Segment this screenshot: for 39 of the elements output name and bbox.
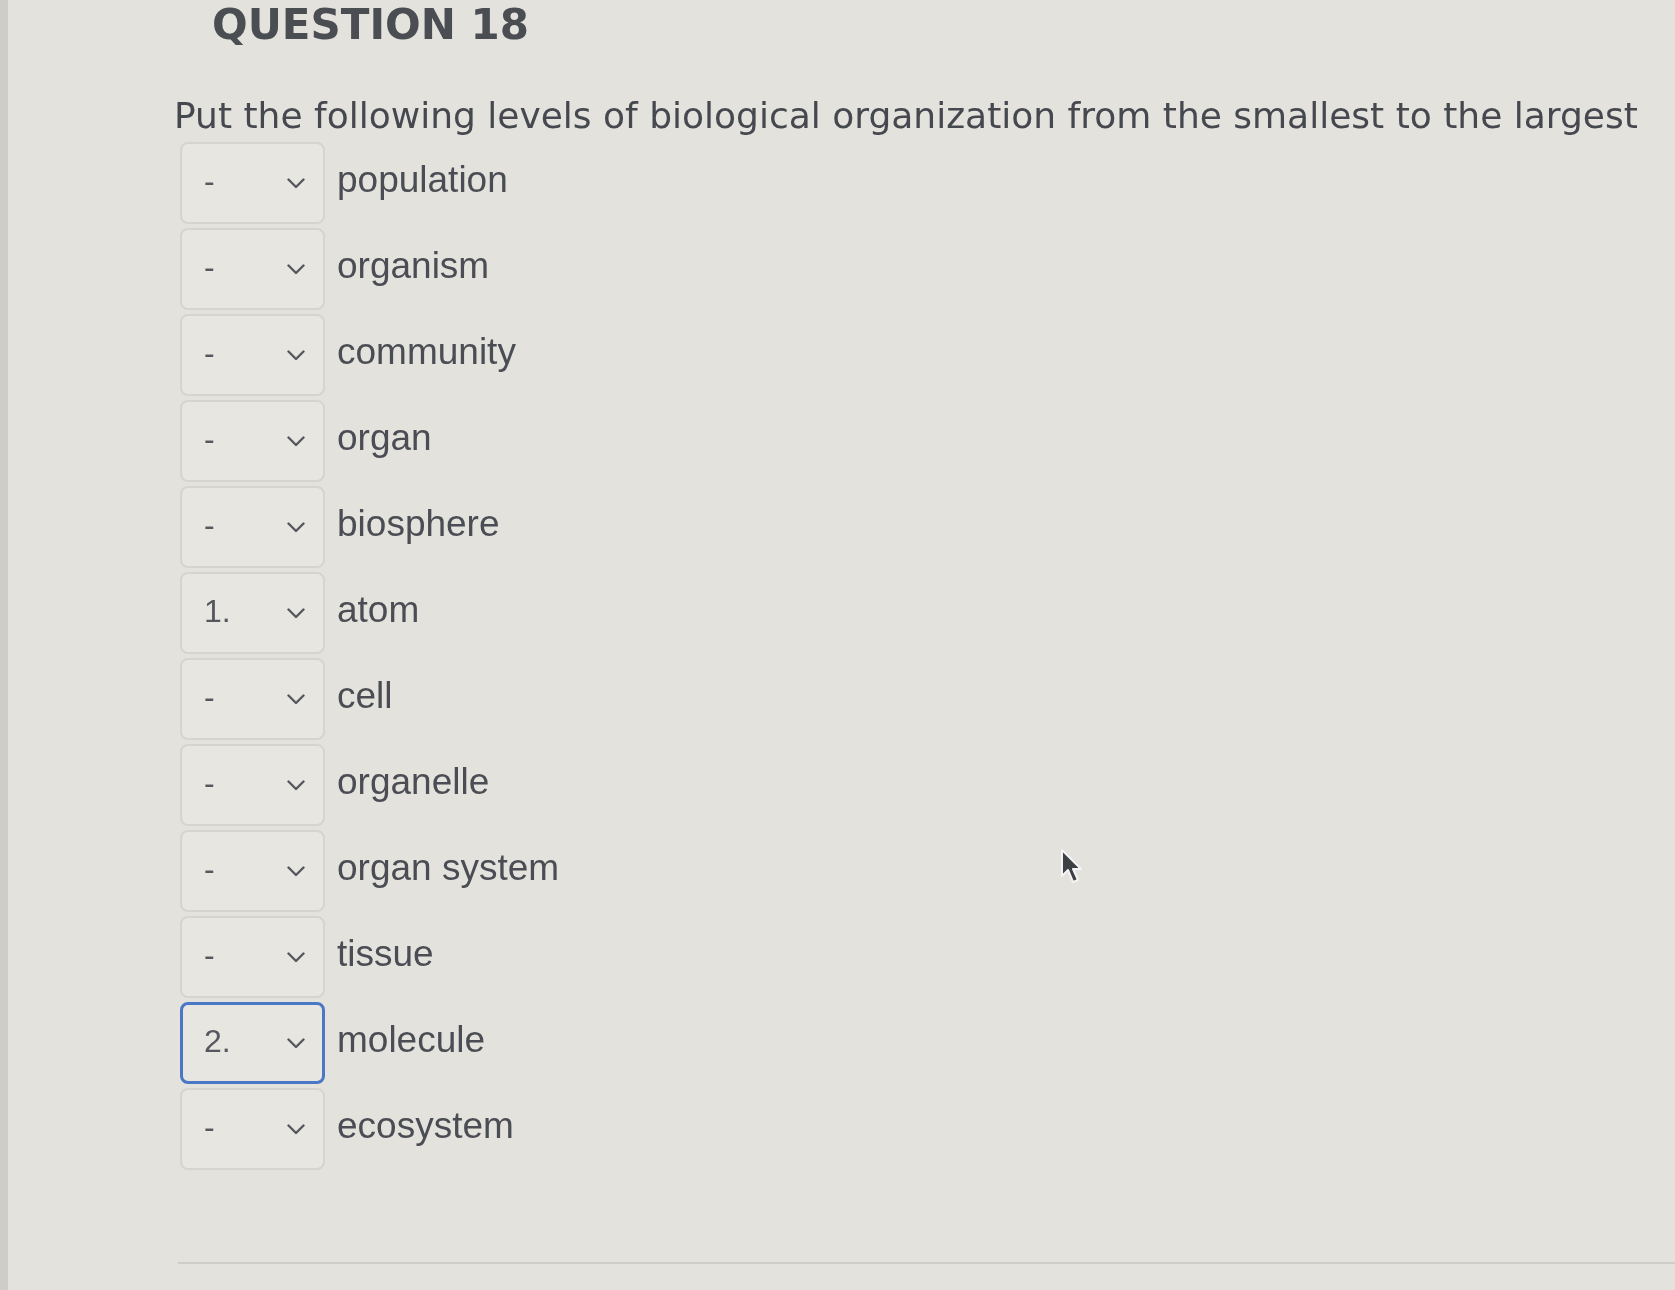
- item-label: organelle: [337, 760, 490, 804]
- order-dropdown[interactable]: -: [180, 400, 325, 482]
- chevron-down-icon: [287, 1037, 305, 1049]
- chevron-down-icon: [287, 865, 305, 877]
- chevron-down-icon: [287, 349, 305, 361]
- order-dropdown[interactable]: -: [180, 830, 325, 912]
- item-label: organ system: [337, 846, 560, 890]
- order-dropdown[interactable]: 1.: [180, 572, 325, 654]
- item-label: organism: [337, 244, 490, 288]
- order-dropdown[interactable]: -: [180, 142, 325, 224]
- item-label: community: [337, 330, 516, 374]
- chevron-down-icon: [287, 779, 305, 791]
- order-dropdown[interactable]: 2.: [180, 1002, 325, 1084]
- chevron-down-icon: [287, 1123, 305, 1135]
- order-dropdown[interactable]: -: [180, 228, 325, 310]
- order-dropdown[interactable]: -: [180, 314, 325, 396]
- order-dropdown[interactable]: -: [180, 1088, 325, 1170]
- chevron-down-icon: [287, 521, 305, 533]
- chevron-down-icon: [287, 263, 305, 275]
- item-label: population: [337, 158, 508, 202]
- order-dropdown[interactable]: -: [180, 916, 325, 998]
- order-dropdown[interactable]: -: [180, 658, 325, 740]
- chevron-down-icon: [287, 951, 305, 963]
- chevron-down-icon: [287, 177, 305, 189]
- item-label: biosphere: [337, 502, 500, 546]
- chevron-down-icon: [287, 435, 305, 447]
- chevron-down-icon: [287, 607, 305, 619]
- item-label: ecosystem: [337, 1104, 514, 1148]
- order-dropdown[interactable]: -: [180, 486, 325, 568]
- chevron-down-icon: [287, 693, 305, 705]
- question-instruction: Put the following levels of biological organization from the smallest to the largest: [174, 94, 1639, 138]
- mouse-pointer-icon: [1060, 848, 1084, 886]
- question-title: QUESTION 18: [212, 0, 530, 50]
- item-label: organ: [337, 416, 432, 460]
- item-label: tissue: [337, 932, 434, 976]
- item-label: atom: [337, 588, 420, 632]
- order-dropdown[interactable]: -: [180, 744, 325, 826]
- item-label: cell: [337, 674, 393, 718]
- item-label: molecule: [337, 1018, 486, 1062]
